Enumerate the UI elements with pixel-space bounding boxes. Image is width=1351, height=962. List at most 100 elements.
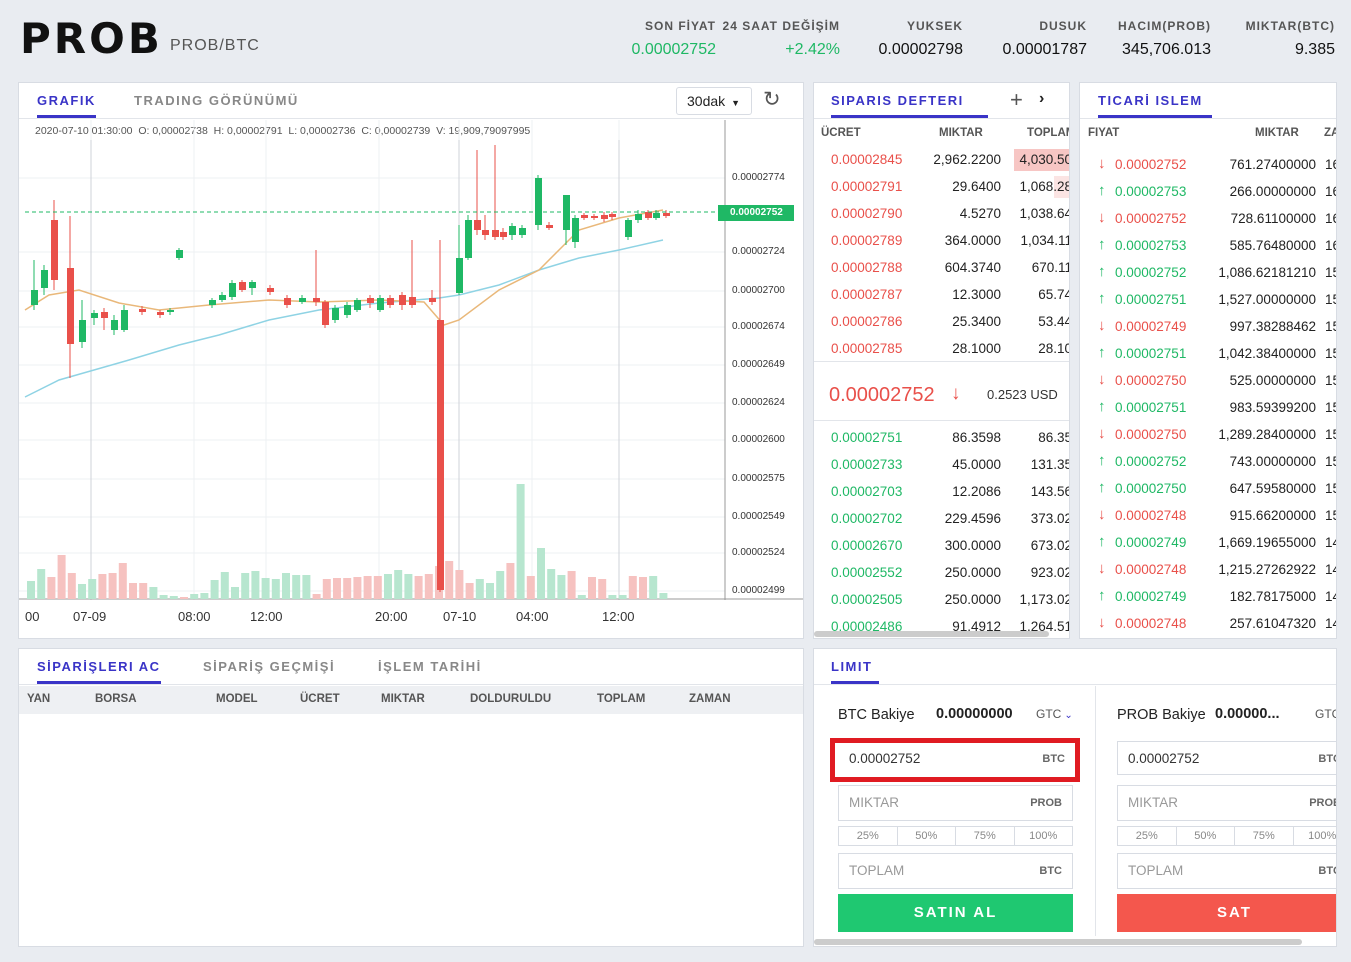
mid-price: 0.00002752 (829, 384, 935, 406)
trade-price: 0.00002751 (1115, 346, 1187, 361)
sell-balance-value: 0.00000... (1215, 706, 1280, 722)
buy-percent-0[interactable]: 25% (839, 827, 898, 845)
volume-bar (618, 595, 627, 599)
trade-amount: 1,527.00000000 (1218, 292, 1316, 307)
sell-percent-0[interactable]: 25% (1118, 827, 1177, 845)
sell-percent-3[interactable]: 100% (1294, 827, 1336, 845)
buy-tif-select[interactable]: GTC ⌄ (1036, 707, 1073, 721)
trade-row[interactable]: ↓ 0.00002748 915.66200000 15 (1080, 502, 1336, 529)
orderbook-bid-row[interactable]: 0.00002702 229.4596 373.02 (814, 505, 1069, 532)
volume-bar (37, 569, 46, 599)
trade-amount: 728.61100000 (1230, 211, 1316, 226)
volume-bar (282, 573, 290, 599)
buy-percent-3[interactable]: 100% (1015, 827, 1073, 845)
orderbook-bid-row[interactable]: 0.00002751 86.3598 86.35 (814, 424, 1069, 451)
tab-trades[interactable]: TICARİ ISLEM (1098, 93, 1212, 118)
trade-row[interactable]: ↑ 0.00002753 585.76480000 16 (1080, 232, 1336, 259)
trade-time: 15 (1325, 319, 1336, 334)
orderbook-bid-row[interactable]: 0.00002552 250.0000 923.02 (814, 559, 1069, 586)
candle-body (332, 308, 339, 320)
plus-icon[interactable]: + (1010, 87, 1023, 113)
trade-row[interactable]: ↑ 0.00002749 1,669.19655000 14 (1080, 529, 1336, 556)
horizontal-scrollbar[interactable] (814, 939, 1302, 945)
sell-amount-input[interactable]: MIKTAR PROB (1117, 785, 1336, 821)
trade-row[interactable]: ↓ 0.00002748 257.61047320 14 (1080, 610, 1336, 637)
orderbook-ask-row[interactable]: 0.00002789 364.0000 1,034.11 (814, 227, 1069, 254)
tab-orderbook[interactable]: SIPARIS DEFTERI (831, 93, 988, 118)
brand-logo: PROB (20, 14, 163, 63)
price-chart[interactable] (19, 120, 803, 606)
buy-amount-input[interactable]: MIKTAR PROB (838, 785, 1073, 821)
interval-select[interactable]: 30dak ▼ (676, 87, 752, 115)
trade-row[interactable]: ↓ 0.00002752 728.61100000 16 (1080, 205, 1336, 232)
tab-order-history[interactable]: SİPARİŞ GEÇMİŞİ (203, 659, 335, 681)
tab-trade-history[interactable]: İŞLEM TARİHİ (378, 659, 482, 681)
candle-body (313, 298, 320, 302)
trade-amount: 266.00000000 (1229, 184, 1316, 199)
arrow-up-icon: ↑ (1098, 452, 1106, 469)
ask-amount: 25.3400 (952, 314, 1001, 329)
chevron-right-icon[interactable]: › (1039, 90, 1044, 108)
buy-percent-2[interactable]: 75% (956, 827, 1015, 845)
sell-amount-unit: PROB (1309, 797, 1336, 809)
sell-percent-2[interactable]: 75% (1235, 827, 1294, 845)
sell-price-unit: BTC (1318, 753, 1336, 765)
buy-percent-1[interactable]: 50% (898, 827, 956, 845)
trade-row[interactable]: ↑ 0.00002753 266.00000000 16 (1080, 178, 1336, 205)
trade-row[interactable]: ↑ 0.00002749 182.78175000 14 (1080, 583, 1336, 610)
trade-row[interactable]: ↓ 0.00002752 761.27400000 16 (1080, 151, 1336, 178)
candle-body (101, 312, 108, 318)
sell-price-value: 0.00002752 (1128, 751, 1200, 766)
orders-col-7: ZAMAN (689, 693, 731, 705)
volume-bar (588, 577, 596, 599)
volume-bar (241, 573, 250, 599)
tab-open-orders[interactable]: SİPARİŞLERI AC (37, 659, 161, 684)
trade-row[interactable]: ↓ 0.00002750 525.00000000 15 (1080, 367, 1336, 394)
sell-tif-select[interactable]: GTC (1315, 707, 1336, 721)
tab-limit[interactable]: LIMIT (831, 659, 879, 684)
orderbook-ask-row[interactable]: 0.00002791 29.6400 1,068.28 (814, 173, 1070, 200)
volume-bar (98, 574, 107, 599)
refresh-icon[interactable]: ↻ (763, 87, 781, 112)
buy-total-input[interactable]: TOPLAM BTC (838, 853, 1073, 889)
trade-row[interactable]: ↑ 0.00002750 647.59580000 15 (1080, 475, 1336, 502)
tab-trading-view[interactable]: TRADING GÖRÜNÜMÜ (134, 93, 299, 115)
orderbook-bid-row[interactable]: 0.00002505 250.0000 1,173.02 (814, 586, 1069, 613)
orderbook-bid-row[interactable]: 0.00002670 300.0000 673.02 (814, 532, 1069, 559)
sell-total-input[interactable]: TOPLAM BTC (1117, 853, 1336, 889)
orderbook-bid-row[interactable]: 0.00002703 12.2086 143.56 (814, 478, 1069, 505)
orderbook-ask-row[interactable]: 0.00002787 12.3000 65.74 (814, 281, 1069, 308)
ask-total: 1,068.28 (1019, 179, 1070, 194)
limit-panel: LIMIT BTC Bakiye 0.00000000 GTC ⌄ 0.00002752… (813, 648, 1337, 947)
buy-button[interactable]: SATIN AL (838, 894, 1073, 932)
arrow-down-icon: ↓ (1098, 209, 1106, 226)
orderbook-ask-row[interactable]: 0.00002788 604.3740 670.11 (814, 254, 1069, 281)
sell-button[interactable]: SAT (1117, 894, 1336, 932)
candle-body (509, 226, 516, 235)
buy-price-input[interactable]: 0.00002752 BTC (830, 738, 1080, 782)
trade-row[interactable]: ↓ 0.00002749 997.38288462 15 (1080, 313, 1336, 340)
orderbook-ask-row[interactable]: 0.00002786 25.3400 53.44 (814, 308, 1069, 335)
trade-row[interactable]: ↓ 0.00002750 1,289.28400000 15 (1080, 421, 1336, 448)
candle-body (284, 298, 291, 305)
trade-row[interactable]: ↑ 0.00002751 1,042.38400000 15 (1080, 340, 1336, 367)
sell-price-input[interactable]: 0.00002752 BTC (1117, 741, 1336, 775)
trade-row[interactable]: ↑ 0.00002751 1,527.00000000 15 (1080, 286, 1336, 313)
arrow-down-icon: ↓ (1098, 614, 1106, 631)
orderbook-bid-row[interactable]: 0.00002733 45.0000 131.35 (814, 451, 1069, 478)
orderbook-ask-row[interactable]: 0.00002785 28.1000 28.10 (814, 335, 1069, 362)
trade-row[interactable]: ↑ 0.00002751 983.59399200 15 (1080, 394, 1336, 421)
tab-grafik[interactable]: GRAFIK (37, 93, 96, 118)
candle-body (456, 258, 463, 293)
trade-price: 0.00002749 (1115, 589, 1187, 604)
orderbook-ask-row[interactable]: 0.00002790 4.5270 1,038.64 (814, 200, 1069, 227)
sell-percent-1[interactable]: 50% (1177, 827, 1235, 845)
trade-time: 15 (1325, 346, 1336, 361)
trade-row[interactable]: ↑ 0.00002752 1,086.62181210 15 (1080, 259, 1336, 286)
candle-body (219, 295, 226, 300)
horizontal-scrollbar[interactable] (814, 631, 1049, 637)
trade-row[interactable]: ↑ 0.00002752 743.00000000 15 (1080, 448, 1336, 475)
orderbook-ask-row[interactable]: 0.00002845 2,962.2200 4,030.50 (814, 146, 1069, 173)
trade-row[interactable]: ↓ 0.00002748 1,215.27262922 14 (1080, 556, 1336, 583)
candle-body (581, 215, 588, 218)
